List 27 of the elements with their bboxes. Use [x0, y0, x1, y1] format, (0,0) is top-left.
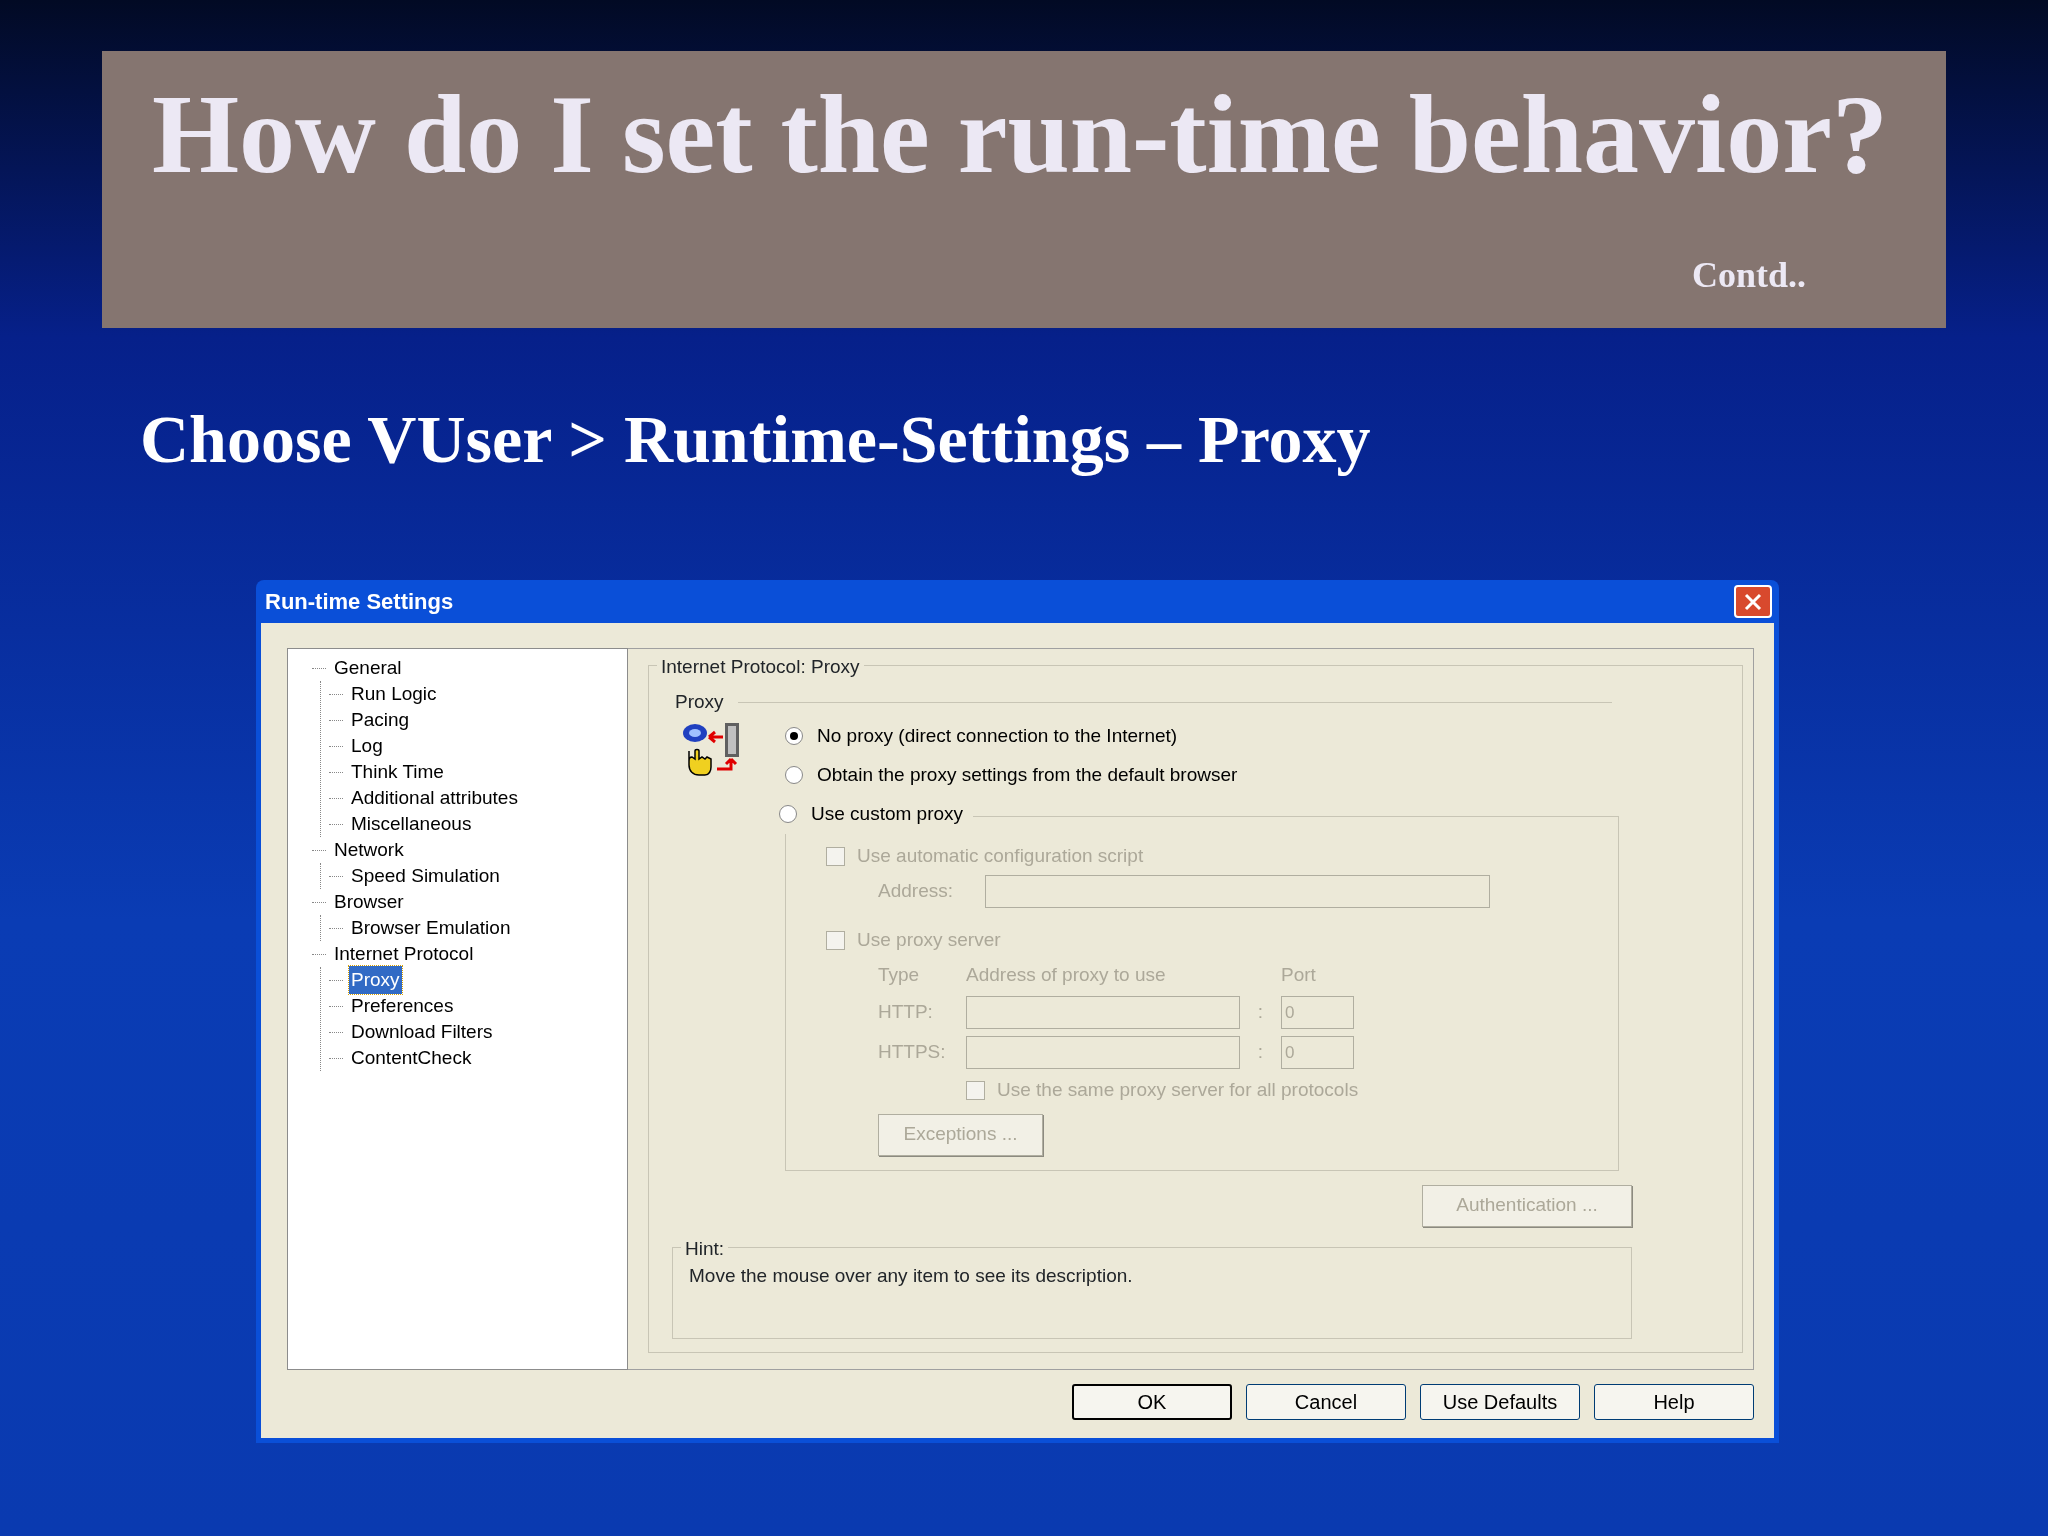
- dialog-button[interactable]: Cancel: [1246, 1384, 1406, 1420]
- radio-button[interactable]: [779, 805, 797, 823]
- continued-note: Contd..: [1691, 254, 1806, 297]
- separator-text: :: [1256, 1040, 1265, 1065]
- close-button[interactable]: [1734, 585, 1772, 618]
- tree-item[interactable]: Proxy: [349, 965, 402, 995]
- column-header: Address of proxy to use: [966, 962, 1167, 987]
- radio-button[interactable]: [785, 766, 803, 784]
- radio-label[interactable]: No proxy (direct connection to the Internet): [817, 721, 1178, 751]
- column-header: Port: [1281, 962, 1316, 987]
- radio-button[interactable]: [785, 727, 803, 745]
- slide-heading: Choose VUser > Runtime-Settings – Proxy: [140, 400, 1371, 479]
- column-header: Type: [878, 962, 921, 987]
- hint-text: Move the mouse over any item to see its description.: [689, 1263, 1134, 1288]
- field-label: HTTP:: [878, 1000, 934, 1025]
- radio-label[interactable]: Use custom proxy: [811, 799, 964, 829]
- dialog-button[interactable]: Use Defaults: [1420, 1384, 1580, 1420]
- close-icon: [1743, 591, 1763, 612]
- separator-text: :: [1256, 1000, 1265, 1025]
- dialog-button[interactable]: OK: [1072, 1384, 1232, 1420]
- field-label: Address:: [878, 878, 953, 903]
- radio-label[interactable]: Obtain the proxy settings from the default browser: [817, 760, 1238, 790]
- slide-title: How do I set the run-time behavior?: [152, 71, 1888, 198]
- window-title: Run-time Settings: [265, 588, 454, 616]
- dialog-button[interactable]: Help: [1594, 1384, 1754, 1420]
- field-label: HTTPS:: [878, 1040, 947, 1065]
- section-label: Proxy: [675, 690, 724, 714]
